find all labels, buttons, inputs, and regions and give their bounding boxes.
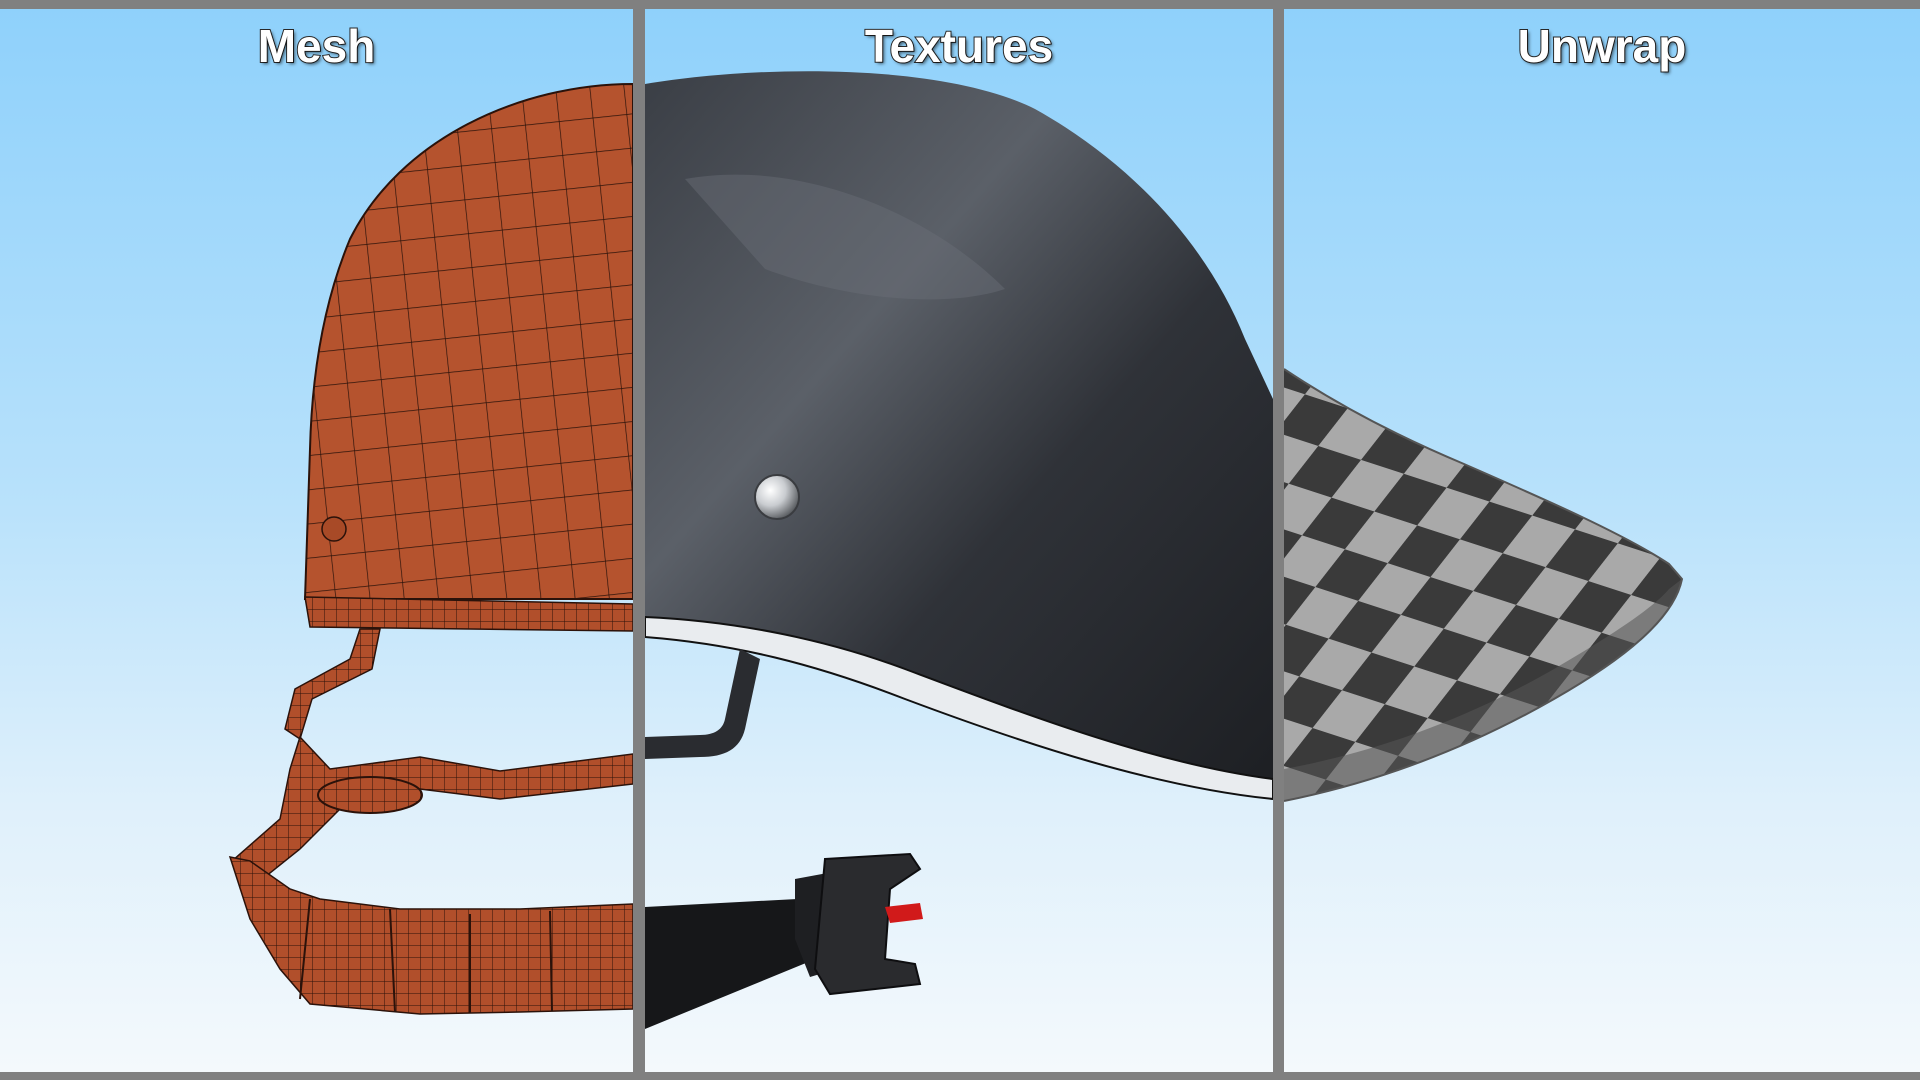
mesh-title: Mesh — [257, 19, 377, 73]
textures-title: Textures — [864, 19, 1054, 73]
checker-uv-brim-icon — [1284, 368, 1684, 802]
helmet-textured-icon — [645, 71, 1273, 1029]
unwrap-panel: Unwrap — [1284, 9, 1920, 1072]
triptych-frame: Mesh Textures Unwrap — [0, 0, 1920, 1080]
unwrap-title: Unwrap — [1517, 19, 1688, 73]
mesh-panel: Mesh — [0, 9, 633, 1072]
helmet-wireframe-icon — [228, 82, 633, 1015]
textures-panel: Textures — [645, 9, 1273, 1072]
